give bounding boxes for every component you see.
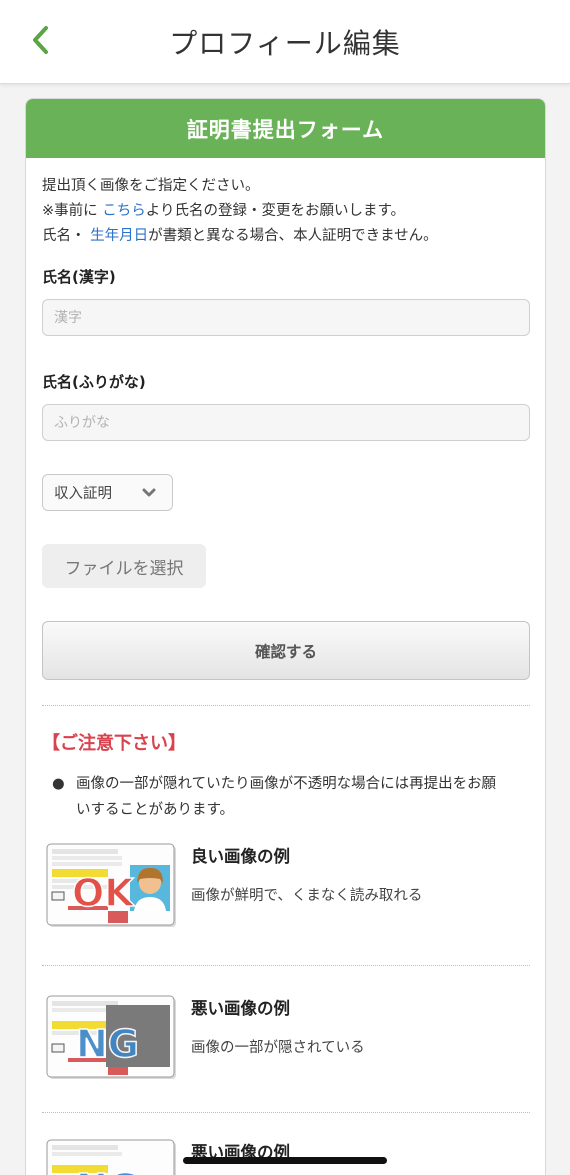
- notice-title: 【ご注意下さい】: [42, 733, 186, 754]
- app-header: プロフィール編集: [0, 0, 570, 84]
- example-bad-hidden: NG 悪い画像の例 画像の一部が隠されている: [42, 995, 529, 1082]
- name-kanji-label: 氏名(漢字): [42, 268, 116, 286]
- bad-badge-2: NG: [76, 1166, 139, 1175]
- good-badge: OK: [72, 871, 135, 915]
- intro-line-3-suffix: が書類と異なる場合、本人証明できません。: [148, 228, 438, 244]
- example-good: OK 良い画像の例 画像が鮮明で、くまなく読み取れる: [42, 843, 529, 930]
- divider: [42, 1112, 530, 1113]
- intro-line-2-suffix: より氏名の登録・変更をお願いします。: [145, 203, 406, 219]
- notice-item: ● 画像の一部が隠れていたり画像が不透明な場合には再提出をお願 いすることがあり…: [42, 771, 529, 823]
- birthdate-link[interactable]: 生年月日: [90, 228, 148, 244]
- form-title: 証明書提出フォーム: [26, 99, 545, 158]
- name-kana-input[interactable]: [42, 404, 530, 441]
- name-kanji-input[interactable]: [42, 299, 530, 336]
- notice-item-text: 画像の一部が隠れていたり画像が不透明な場合には再提出をお願 いすることがあります…: [76, 771, 496, 823]
- confirm-button[interactable]: 確認する: [42, 621, 530, 680]
- page-title: プロフィール編集: [169, 27, 401, 60]
- chevron-down-icon: [142, 488, 156, 496]
- intro-line-2: ※事前に こちらより氏名の登録・変更をお願いします。: [42, 199, 529, 224]
- certificate-form-card: 証明書提出フォーム 提出頂く画像をご指定ください。 ※事前に こちらより氏名の登…: [25, 98, 546, 1175]
- document-type-select[interactable]: 収入証明: [42, 474, 173, 511]
- form-intro: 提出頂く画像をご指定ください。 ※事前に こちらより氏名の登録・変更をお願いしま…: [42, 174, 529, 249]
- intro-line-1: 提出頂く画像をご指定ください。: [42, 178, 260, 194]
- divider: [42, 705, 530, 706]
- bad-license-image: NG: [46, 995, 176, 1079]
- choose-file-button[interactable]: ファイルを選択: [42, 544, 206, 588]
- notice-item-line-2: いすることがあります。: [76, 802, 235, 818]
- intro-line-3: 氏名・ 生年月日が書類と異なる場合、本人証明できません。: [42, 224, 529, 249]
- divider: [42, 965, 530, 966]
- document-type-value: 収入証明: [54, 486, 112, 502]
- bullet-icon: ●: [52, 776, 65, 792]
- home-indicator: [183, 1157, 387, 1164]
- notice-item-line-1: 画像の一部が隠れていたり画像が不透明な場合には再提出をお願: [76, 776, 497, 792]
- form-body: 提出頂く画像をご指定ください。 ※事前に こちらより氏名の登録・変更をお願いしま…: [26, 158, 545, 1175]
- example-good-title: 良い画像の例: [191, 847, 290, 866]
- example-bad-hidden-text: 悪い画像の例 画像の一部が隠されている: [191, 995, 365, 1082]
- bad-badge: NG: [76, 1022, 139, 1066]
- good-license-image: OK: [46, 843, 176, 927]
- intro-line-2-prefix: ※事前に: [42, 203, 98, 219]
- bad-license-image-2: NG: [46, 1139, 176, 1175]
- intro-line-3-prefix: 氏名・: [42, 228, 86, 244]
- example-bad-hidden-desc: 画像の一部が隠されている: [191, 1040, 365, 1056]
- name-kana-label: 氏名(ふりがな): [42, 373, 146, 391]
- name-registration-link[interactable]: こちら: [102, 203, 146, 219]
- example-bad-hidden-title: 悪い画像の例: [191, 999, 290, 1018]
- example-good-text: 良い画像の例 画像が鮮明で、くまなく読み取れる: [191, 843, 422, 930]
- example-good-desc: 画像が鮮明で、くまなく読み取れる: [191, 888, 423, 904]
